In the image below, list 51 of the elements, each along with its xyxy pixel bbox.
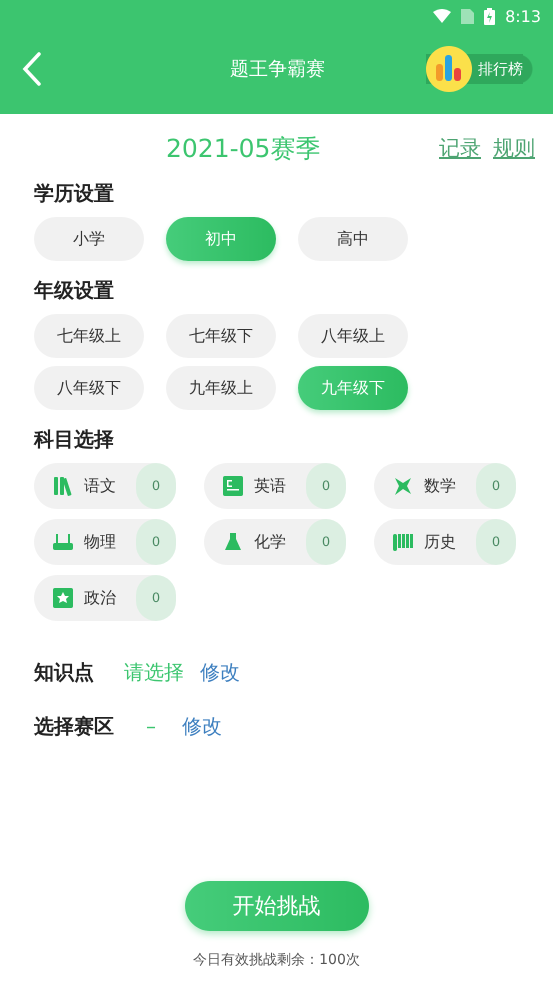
subject-count: 0	[136, 519, 176, 565]
subject-button[interactable]: 物理 0	[34, 519, 176, 565]
edit-link[interactable]: 修改	[182, 712, 222, 740]
subject-label: 化学	[254, 532, 286, 552]
flask-icon	[222, 531, 244, 553]
cross-icon	[392, 475, 414, 497]
remaining-text: 今日有效挑战剩余：100次	[193, 951, 360, 969]
subject-label: 政治	[84, 588, 116, 608]
edit-link[interactable]: 修改	[200, 658, 240, 686]
season-title: 2021-05赛季	[166, 132, 320, 164]
no-sim-icon	[461, 8, 474, 24]
subject-label: 数学	[424, 476, 456, 496]
section-title: 科目选择	[34, 426, 115, 453]
subject-button[interactable]: 数学 0	[374, 463, 516, 509]
field-value: 请选择	[124, 658, 185, 686]
subject-button[interactable]: 英语 0	[204, 463, 346, 509]
subject-button[interactable]: 历史 0	[374, 519, 516, 565]
status-time: 8:13	[505, 6, 541, 26]
page-title: 题王争霸赛	[230, 57, 325, 82]
subject-label: 英语	[254, 476, 286, 496]
subject-label: 物理	[84, 532, 116, 552]
subject-label: 语文	[84, 476, 116, 496]
option-button[interactable]: 九年级上	[166, 366, 276, 410]
wifi-icon	[433, 9, 452, 23]
option-button[interactable]: 七年级下	[166, 314, 276, 358]
subject-count: 0	[476, 463, 516, 509]
back-icon[interactable]	[22, 52, 42, 86]
section-title: 年级设置	[34, 277, 115, 304]
subject-button[interactable]: 化学 0	[204, 519, 346, 565]
subject-count: 0	[136, 575, 176, 621]
english-icon	[222, 475, 244, 497]
subject-count: 0	[476, 519, 516, 565]
option-button[interactable]: 高中	[298, 217, 408, 261]
scroll-icon	[392, 531, 414, 553]
option-button[interactable]: 小学	[34, 217, 144, 261]
router-icon	[52, 531, 74, 553]
subject-button[interactable]: 政治 0	[34, 575, 176, 621]
option-button[interactable]: 八年级上	[298, 314, 408, 358]
subject-button[interactable]: 语文 0	[34, 463, 176, 509]
subject-count: 0	[136, 463, 176, 509]
option-button[interactable]: 八年级下	[34, 366, 144, 410]
section-title: 学历设置	[34, 180, 115, 207]
subject-count: 0	[306, 463, 346, 509]
battery-icon	[484, 8, 496, 24]
field-value: –	[146, 714, 157, 738]
field-label: 知识点	[34, 658, 95, 686]
books-icon	[52, 475, 74, 497]
subject-count: 0	[306, 519, 346, 565]
option-button[interactable]: 七年级上	[34, 314, 144, 358]
subject-label: 历史	[424, 532, 456, 552]
field-label: 选择赛区	[34, 712, 115, 740]
